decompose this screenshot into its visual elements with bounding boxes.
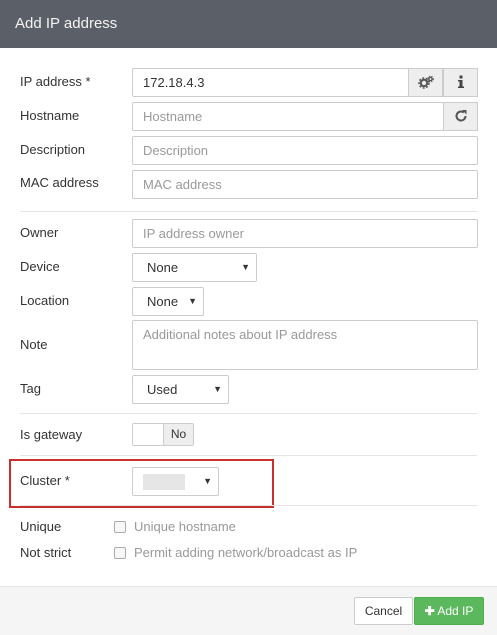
location-selected-value: None <box>147 294 179 309</box>
location-label: Location <box>20 293 70 308</box>
not-strict-label: Not strict <box>20 545 72 560</box>
cancel-button[interactable]: Cancel <box>354 597 413 625</box>
divider <box>20 455 477 456</box>
gears-icon <box>417 75 434 89</box>
ip-address-label: IP address * <box>20 74 91 89</box>
location-select[interactable]: None ▼ <box>132 287 204 316</box>
cluster-label: Cluster * <box>20 473 70 488</box>
info-icon <box>457 75 464 89</box>
hostname-input[interactable]: Hostname <box>132 102 444 131</box>
owner-input[interactable]: IP address owner <box>132 219 478 248</box>
divider <box>20 211 477 212</box>
tag-selected-value: Used <box>147 382 178 397</box>
description-input[interactable]: Description <box>132 136 478 165</box>
toggle-state: No <box>164 424 193 445</box>
caret-down-icon: ▼ <box>213 384 222 394</box>
dialog-footer: Cancel ✚ Add IP <box>0 586 497 635</box>
hostname-refresh-button[interactable] <box>443 102 478 131</box>
unique-label: Unique <box>20 519 62 534</box>
is-gateway-toggle[interactable]: No <box>132 423 194 446</box>
add-ip-label: Add IP <box>437 604 474 618</box>
note-textarea[interactable]: Additional notes about IP address <box>132 320 478 370</box>
mac-address-input[interactable]: MAC address <box>132 170 478 199</box>
cluster-select[interactable]: ▼ <box>132 467 219 496</box>
note-label: Note <box>20 337 48 352</box>
unique-hostname-checkbox[interactable] <box>114 521 126 533</box>
ip-select-button[interactable] <box>408 68 443 97</box>
not-strict-checkbox[interactable] <box>114 547 126 559</box>
dialog-header: Add IP address <box>0 0 497 48</box>
is-gateway-label: Is gateway <box>20 427 83 442</box>
divider <box>20 505 477 506</box>
cluster-selected-value-redacted <box>143 473 185 490</box>
caret-down-icon: ▼ <box>203 476 212 486</box>
ip-info-button[interactable] <box>443 68 478 97</box>
caret-down-icon: ▼ <box>241 262 250 272</box>
plus-icon: ✚ <box>424 604 435 618</box>
dialog-title: Add IP address <box>15 15 118 32</box>
refresh-icon <box>455 110 467 122</box>
description-label: Description <box>20 142 86 157</box>
owner-label: Owner <box>20 225 59 240</box>
device-select[interactable]: None ▼ <box>132 253 257 282</box>
tag-select[interactable]: Used ▼ <box>132 375 229 404</box>
device-label: Device <box>20 259 60 274</box>
toggle-knob <box>133 424 164 445</box>
add-ip-button[interactable]: ✚ Add IP <box>414 597 484 625</box>
mac-address-label: MAC address <box>20 175 99 190</box>
hostname-label: Hostname <box>20 108 80 123</box>
tag-label: Tag <box>20 381 41 396</box>
ip-address-input[interactable]: 172.18.4.3 <box>132 68 409 97</box>
device-selected-value: None <box>147 260 179 275</box>
caret-down-icon: ▼ <box>188 296 197 306</box>
not-strict-option: Permit adding network/broadcast as IP <box>134 545 358 560</box>
add-ip-dialog: Add IP address IP address * 172.18.4.3 H… <box>0 0 497 635</box>
unique-hostname-option: Unique hostname <box>134 519 236 534</box>
divider <box>20 413 477 414</box>
